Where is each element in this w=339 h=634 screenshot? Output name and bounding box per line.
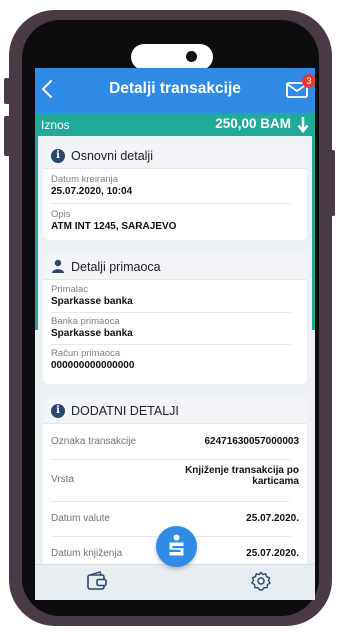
field-label: Banka primaoca: [51, 316, 120, 327]
row-label: Vrsta: [51, 474, 74, 485]
description-field: Opis ATM INT 1245, SARAJEVO: [51, 209, 299, 232]
detail-row: Vrsta Knjiženje transakcija po karticama: [43, 460, 307, 500]
amount-label: Iznos: [41, 118, 70, 132]
row-value: 25.07.2020.: [246, 548, 299, 559]
row-value: 62471630057000003: [204, 436, 299, 447]
sparkasse-logo-icon: [169, 534, 184, 556]
card-header: Detalji primaoca: [43, 254, 307, 280]
field-label: Datum kreiranja: [51, 174, 119, 185]
detail-row: Oznaka transakcije 62471630057000003: [43, 425, 307, 459]
phone-notch: [131, 44, 213, 70]
card-header: i DODATNI DETALJI: [43, 398, 307, 424]
field-value: Sparkasse banka: [51, 328, 133, 339]
row-value-line: Knjiženje transakcija po: [185, 465, 299, 476]
notification-badge: 3: [302, 74, 315, 88]
app-header: Detalji transakcije 3: [35, 68, 315, 113]
field-label: Račun primaoca: [51, 348, 121, 359]
row-value: 25.07.2020.: [246, 513, 299, 524]
card-title: Detalji primaoca: [71, 260, 161, 274]
created-date-field: Datum kreiranja 25.07.2020, 10:04: [51, 174, 299, 197]
field-value: 000000000000000: [51, 360, 135, 371]
camera-icon: [186, 51, 197, 62]
card-title: DODATNI DETALJI: [71, 404, 179, 418]
page-title: Detalji transakcije: [109, 80, 241, 97]
info-icon: i: [51, 149, 65, 163]
recipient-account-field: Račun primaoca 000000000000000: [51, 348, 299, 371]
info-icon: i: [51, 404, 65, 418]
bottom-tab-bar: [35, 564, 315, 600]
recipient-field: Primalac Sparkasse banka: [51, 284, 299, 307]
row-label: Oznaka transakcije: [51, 436, 137, 447]
card-accent-left: [35, 113, 38, 330]
arrow-down-icon: [297, 117, 309, 133]
row-label: Datum valute: [51, 513, 110, 524]
recipient-details-card: Detalji primaoca Primalac Sparkasse bank…: [43, 254, 307, 384]
amount-bar: Iznos 250,00 BAM: [35, 113, 315, 136]
gear-icon[interactable]: [250, 570, 272, 592]
wallet-icon[interactable]: [86, 571, 108, 591]
field-label: Opis: [51, 209, 71, 220]
divider: [51, 344, 291, 345]
row-value: Knjiženje transakcija po karticama: [185, 465, 299, 487]
field-value: 25.07.2020, 10:04: [51, 186, 133, 197]
field-value: ATM INT 1245, SARAJEVO: [51, 221, 177, 232]
basic-details-card: i Osnovni detalji Datum kreiranja 25.07.…: [43, 143, 307, 240]
divider: [51, 203, 291, 204]
card-title: Osnovni detalji: [71, 149, 153, 163]
divider: [51, 312, 291, 313]
amount-value: 250,00 BAM: [215, 116, 291, 131]
field-label: Primalac: [51, 284, 88, 295]
recipient-bank-field: Banka primaoca Sparkasse banka: [51, 316, 299, 339]
row-label: Datum knjiženja: [51, 548, 123, 559]
person-icon: [52, 259, 64, 273]
field-value: Sparkasse banka: [51, 296, 133, 307]
card-header: i Osnovni detalji: [43, 143, 307, 169]
row-value-line: karticama: [252, 476, 299, 487]
app-screen: Detalji transakcije 3 Iznos 250,00 BAM i…: [35, 68, 315, 600]
card-accent-right: [312, 113, 315, 330]
sparkasse-home-button[interactable]: [156, 526, 197, 567]
